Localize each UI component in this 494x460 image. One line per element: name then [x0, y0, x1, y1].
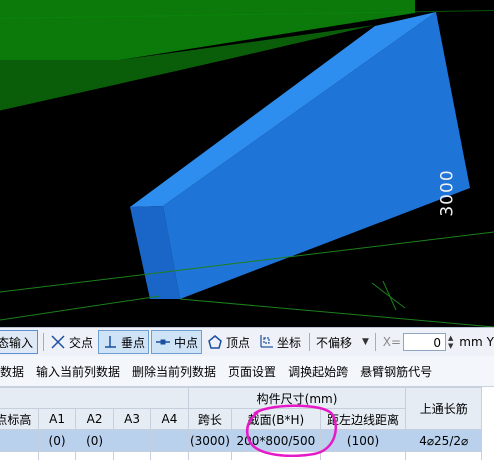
snap-toolbar: 态输入 交点 垂点 中点 顶点 坐标 不偏移 ▼ X= 0 ▲ ▼ mm Y	[0, 327, 494, 357]
table-cell[interactable]: (3000)	[187, 429, 233, 452]
toolbar-separator	[309, 333, 310, 351]
table-cell[interactable]	[0, 429, 39, 452]
x-coordinate-label: X=	[382, 335, 402, 349]
data-button[interactable]: 数据	[0, 363, 24, 380]
column-header[interactable]: 跨长	[187, 408, 233, 430]
midpoint-icon	[155, 339, 170, 345]
swap-start-span-button[interactable]: 调换起始跨	[288, 363, 348, 380]
y-coordinate-label: Y	[486, 335, 494, 349]
table-cell	[405, 451, 482, 460]
spin-down-icon[interactable]: ▼	[448, 342, 453, 350]
column-header[interactable]: A3	[112, 408, 152, 430]
page-setup-button[interactable]: 页面设置	[228, 363, 276, 380]
delete-current-column-button[interactable]: 删除当前列数据	[132, 363, 216, 380]
spin-up-icon[interactable]: ▲	[448, 334, 453, 342]
table-cell	[187, 451, 233, 460]
table-row	[0, 451, 482, 460]
span-table-toolbar: 数据 输入当前列数据 删除当前列数据 页面设置 调换起始跨 悬臂钢筋代号	[0, 356, 494, 387]
toolbar-separator	[374, 333, 376, 351]
table-cell[interactable]: 4⌀25/2⌀	[405, 429, 482, 452]
table-cell[interactable]: (0)	[37, 429, 77, 452]
intersection-snap-button[interactable]: 交点	[47, 331, 96, 353]
table-cell	[150, 451, 189, 460]
toolbar-separator	[43, 333, 44, 351]
x-coordinate-spinner[interactable]: ▲ ▼	[446, 333, 455, 351]
vertex-icon	[208, 335, 222, 349]
coordinate-snap-button[interactable]: 坐标	[255, 331, 304, 353]
table-cell[interactable]: (0)	[75, 429, 114, 452]
table-cell[interactable]	[112, 429, 152, 452]
table-row[interactable]: (0) (0) (3000) 200*800/500 (100) 4⌀25/2⌀	[0, 429, 482, 452]
highlight-circle-annotation	[246, 404, 337, 457]
input-current-column-button[interactable]: 输入当前列数据	[36, 363, 120, 380]
intersection-icon	[51, 335, 65, 349]
table-cell	[75, 451, 114, 460]
grid-line	[0, 295, 161, 321]
3d-viewport[interactable]: 3000	[0, 0, 494, 327]
dropdown-arrow-icon: ▼	[361, 337, 369, 347]
column-header[interactable]: 点标高	[0, 408, 39, 430]
cantilever-rebar-code-button[interactable]: 悬臂钢筋代号	[360, 363, 432, 380]
table-cell	[112, 451, 152, 460]
grid-line	[179, 298, 494, 327]
unit-label: mm	[459, 335, 483, 349]
table-cell	[0, 451, 39, 460]
offset-mode-select[interactable]: 不偏移 ▼	[313, 332, 372, 352]
column-header[interactable]: A1	[37, 408, 77, 430]
coordinate-icon	[260, 335, 273, 348]
dynamic-input-button[interactable]: 态输入	[0, 330, 39, 354]
dimension-label: 3000	[438, 169, 459, 217]
x-coordinate-input[interactable]: 0	[403, 333, 447, 351]
vertex-snap-button[interactable]: 顶点	[204, 331, 253, 353]
beam-3d-scene	[0, 0, 494, 327]
midpoint-snap-button[interactable]: 中点	[150, 330, 202, 354]
top-continuous-rebar-header: 上通长筋	[405, 387, 482, 430]
column-header[interactable]: A4	[150, 408, 189, 430]
table-cell	[37, 451, 77, 460]
table-cell[interactable]	[150, 429, 189, 452]
perpendicular-icon	[104, 336, 116, 348]
column-header[interactable]: A2	[75, 408, 114, 430]
header-filler	[0, 387, 189, 409]
grid-line	[371, 282, 406, 309]
grid-line	[382, 280, 397, 311]
perpendicular-snap-button[interactable]: 垂点	[97, 330, 149, 354]
